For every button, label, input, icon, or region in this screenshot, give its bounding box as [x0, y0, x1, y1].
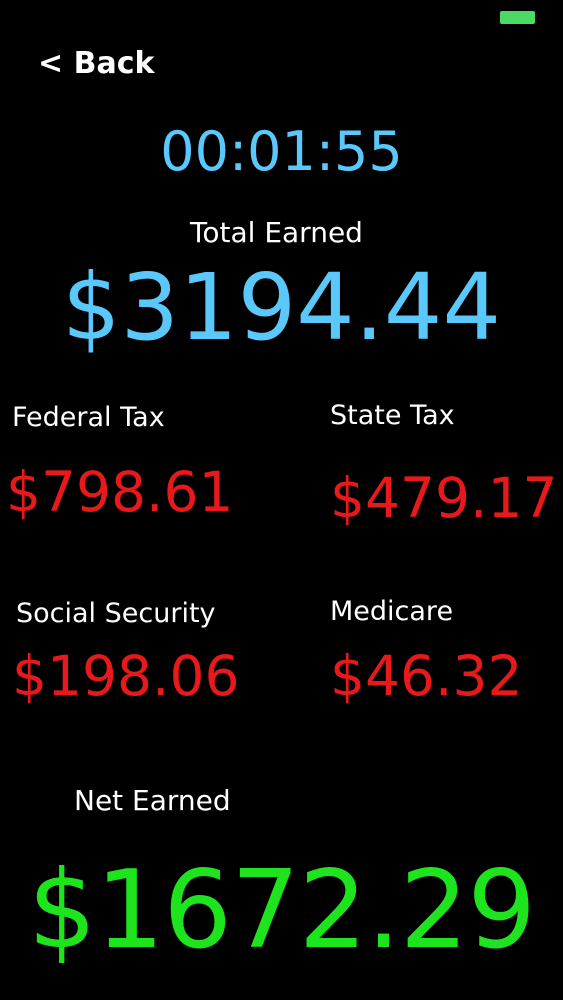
total-earned-value: $3194.44 — [62, 254, 501, 361]
total-earned-label: Total Earned — [190, 216, 363, 249]
net-earned-label: Net Earned — [74, 784, 231, 817]
back-button[interactable]: < Back — [38, 46, 154, 81]
elapsed-timer: 00:01:55 — [160, 120, 403, 183]
state-tax-value: $479.17 — [330, 466, 558, 530]
battery-icon — [500, 11, 535, 24]
federal-tax-label: Federal Tax — [12, 402, 165, 433]
state-tax-label: State Tax — [330, 400, 455, 431]
medicare-label: Medicare — [330, 596, 454, 627]
net-earned-value: $1672.29 — [27, 848, 536, 973]
social-security-value: $198.06 — [12, 644, 240, 708]
medicare-value: $46.32 — [330, 644, 523, 708]
federal-tax-value: $798.61 — [6, 460, 234, 524]
social-security-label: Social Security — [16, 598, 216, 629]
